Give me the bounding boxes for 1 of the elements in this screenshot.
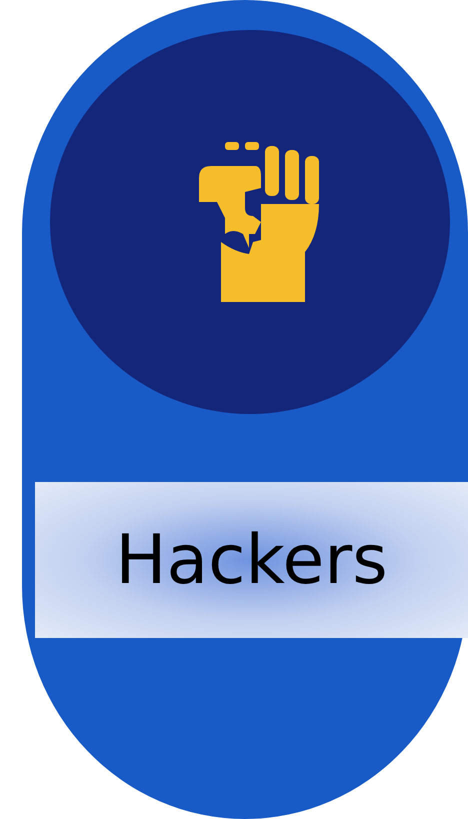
card-label: Hackers <box>115 520 388 600</box>
